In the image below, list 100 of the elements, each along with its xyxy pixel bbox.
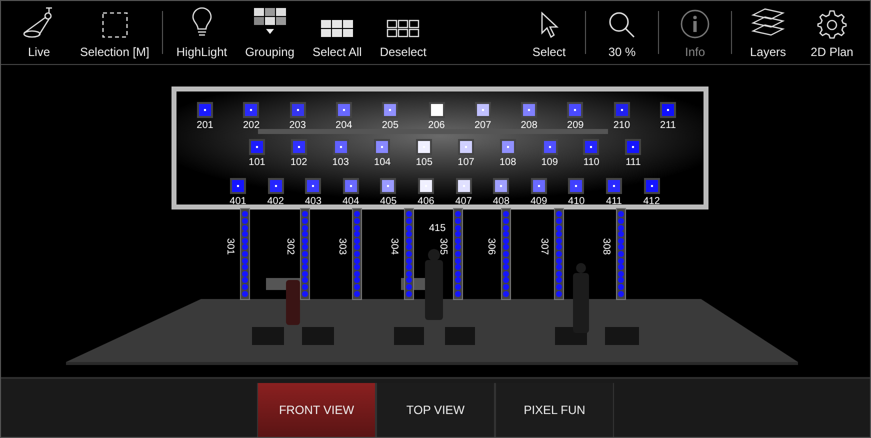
fixture-number: 104: [373, 157, 392, 168]
empty-grid-icon: [386, 19, 420, 39]
fixture-number: 205: [380, 120, 400, 131]
live-button[interactable]: Live: [10, 1, 68, 64]
fixture-number: 204: [334, 120, 354, 131]
fixture-icon[interactable]: [251, 141, 263, 153]
fixture-icon[interactable]: [270, 180, 282, 192]
fixture-number: 101: [248, 157, 266, 168]
led-bar[interactable]: [554, 208, 564, 300]
fixture-icon[interactable]: [334, 141, 347, 153]
plan-button[interactable]: 2D Plan: [803, 1, 861, 64]
fixture-number: 410: [567, 196, 586, 207]
fixture-number: 102: [289, 157, 308, 168]
fixture-number: 111: [624, 157, 642, 168]
fixture-number: 201: [196, 120, 214, 131]
fixture-number: 210: [612, 120, 632, 131]
fixture-number: 206: [427, 120, 446, 131]
fixture-icon[interactable]: [646, 180, 658, 192]
fixture-number: 404: [341, 196, 360, 207]
fixture-number: 403: [304, 196, 323, 207]
search-icon: [608, 11, 636, 39]
fixture-icon[interactable]: [616, 104, 628, 116]
fixture-number: 415: [429, 223, 446, 234]
fixture-icon[interactable]: [569, 104, 582, 116]
led-bar[interactable]: [352, 208, 362, 300]
deselect-button[interactable]: Deselect: [374, 1, 432, 64]
fixture-number: 301: [224, 237, 236, 256]
zoom-button[interactable]: 30 %: [593, 1, 651, 64]
fixture-icon[interactable]: [292, 104, 304, 116]
fixture-icon[interactable]: [307, 180, 320, 192]
dashed-square-icon: [100, 11, 129, 39]
fixture-icon[interactable]: [458, 180, 470, 192]
layers-button[interactable]: Layers: [739, 1, 797, 64]
fixture-icon[interactable]: [585, 141, 598, 153]
fixture-icon[interactable]: [376, 141, 388, 153]
fixture-icon[interactable]: [662, 104, 674, 116]
fixture-number: 304: [388, 237, 400, 256]
fixture-number: 105: [414, 157, 434, 168]
fixture-number: 401: [228, 196, 248, 207]
fixture-icon[interactable]: [608, 180, 620, 192]
fixture-number: 110: [582, 157, 600, 168]
led-bar[interactable]: [240, 208, 250, 300]
fixture-icon[interactable]: [627, 141, 640, 153]
fixture-icon[interactable]: [532, 180, 545, 192]
fixture-number: 108: [498, 157, 518, 168]
fixture-number: 103: [331, 157, 350, 168]
fixture-icon[interactable]: [495, 180, 508, 192]
fixture-number: 207: [473, 120, 492, 131]
led-bar[interactable]: [501, 208, 511, 300]
fixture-number: 208: [520, 120, 538, 131]
fixture-icon[interactable]: [523, 104, 536, 116]
fixture-icon[interactable]: [476, 104, 489, 116]
fixture-icon[interactable]: [338, 104, 350, 116]
fixture-number: 412: [642, 196, 661, 207]
fixture-icon[interactable]: [344, 180, 357, 192]
selectall-button[interactable]: Select All: [306, 1, 368, 64]
fixture-number: 107: [456, 157, 476, 168]
fixture-icon[interactable]: [430, 104, 442, 116]
grouping-button[interactable]: Grouping: [239, 1, 300, 64]
fixture-icon[interactable]: [199, 104, 211, 116]
fixture-icon[interactable]: [384, 104, 396, 116]
fixture-icon[interactable]: [570, 180, 582, 192]
led-bar[interactable]: [616, 208, 626, 300]
led-bar[interactable]: [453, 208, 463, 300]
fixture-icon[interactable]: [544, 141, 556, 153]
fixture-icon[interactable]: [245, 104, 258, 116]
settings-icon: [817, 9, 847, 39]
select-button[interactable]: Select: [520, 1, 578, 64]
view-tab[interactable]: FRONT VIEW: [257, 383, 376, 437]
fixture-number: 407: [454, 196, 473, 207]
fixture-number: 405: [379, 196, 398, 207]
fixture-number: 302: [284, 237, 296, 256]
fixture-icon[interactable]: [292, 141, 305, 153]
fixture-number: 203: [288, 120, 307, 131]
fixture-number: 303: [336, 237, 348, 256]
fixture-icon[interactable]: [232, 180, 244, 192]
grid-icon: [320, 19, 354, 39]
info-icon: [680, 9, 710, 39]
fixture-icon[interactable]: [418, 141, 430, 153]
fixture-number: 402: [266, 196, 285, 207]
led-bar[interactable]: [404, 208, 414, 300]
fixture-number: 209: [566, 120, 585, 131]
fixture-number: 202: [242, 120, 261, 131]
fixture-number: 306: [486, 237, 496, 256]
fixture-number: 109: [540, 157, 559, 168]
fixture-number: 406: [416, 196, 436, 207]
fixture-number: 411: [605, 196, 623, 207]
highlight-button[interactable]: HighLight: [170, 1, 234, 64]
fixture-number: 409: [529, 196, 548, 207]
fixture-number: 408: [492, 196, 511, 207]
fixture-icon[interactable]: [502, 141, 514, 153]
fixture-icon[interactable]: [382, 180, 394, 192]
led-bar[interactable]: [300, 208, 310, 300]
fixture-number: 305: [438, 237, 448, 256]
selection-button[interactable]: Selection [M]: [74, 1, 156, 64]
fixture-number: 308: [600, 237, 612, 256]
pointer-icon: [539, 11, 559, 39]
fixture-number: 307: [538, 237, 550, 256]
view-tab[interactable]: TOP VIEW: [376, 383, 495, 437]
view-tab[interactable]: PIXEL FUN: [495, 383, 614, 437]
